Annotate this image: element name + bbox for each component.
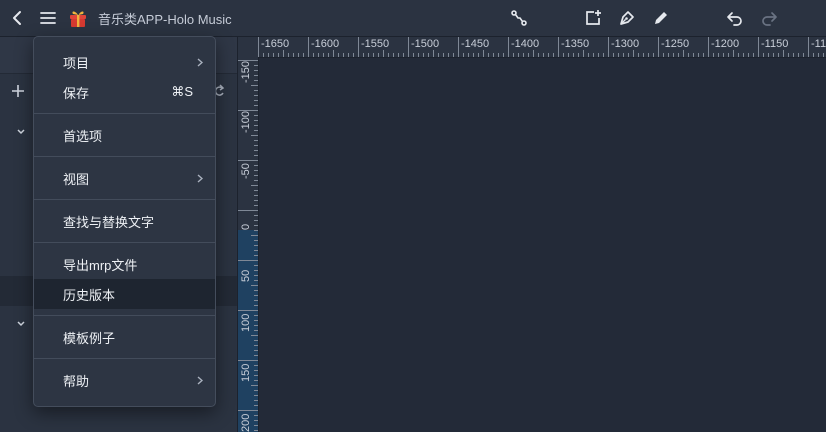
app-title: 音乐类APP-Holo Music <box>98 11 232 27</box>
redo-icon <box>762 12 777 26</box>
ruler-ticks <box>258 37 824 57</box>
menu-item-label: 查找与替换文字 <box>63 214 155 230</box>
back-button[interactable] <box>6 0 28 36</box>
menu-item-label: 模板例子 <box>63 330 116 346</box>
top-toolbar: 音乐类APP-Holo Music <box>0 0 826 37</box>
ruler-label: -1200 <box>711 38 740 50</box>
menu-item-label: 导出mrp文件 <box>63 257 138 273</box>
menu-divider <box>34 113 215 114</box>
ruler-label: 200 <box>240 413 252 432</box>
ruler-label: -1150 <box>761 38 789 50</box>
main-menu-dropdown: 项目 保存 ⌘S 首选项 视图 查找与替换文字 导出mrp文件 历史版本 模板例… <box>33 36 216 407</box>
menu-divider <box>34 199 215 200</box>
connector-tool-button[interactable] <box>506 0 532 36</box>
submenu-arrow <box>193 173 203 183</box>
ruler-label: -150 <box>240 60 252 83</box>
menu-item-label: 首选项 <box>63 128 103 144</box>
ruler-label: 150 <box>240 363 252 382</box>
ruler-label: 0 <box>240 223 252 230</box>
menu-item-save[interactable]: 保存 ⌘S <box>34 77 215 107</box>
vertical-ruler: -150 -100 -50 0 50 100 150 200 <box>238 57 259 432</box>
chevron-right-icon <box>197 375 203 385</box>
pen-tool-icon <box>620 11 634 25</box>
menu-item-label: 视图 <box>63 171 90 187</box>
menu-divider <box>34 156 215 157</box>
ruler-label: -1350 <box>561 38 590 50</box>
menu-item-label: 保存 <box>63 85 90 101</box>
ruler-label: -1400 <box>511 38 540 50</box>
menu-divider <box>34 242 215 243</box>
redo-button[interactable] <box>756 0 782 36</box>
menu-item-help[interactable]: 帮助 <box>34 365 215 395</box>
ruler-label: -100 <box>240 110 252 133</box>
ruler-label: -1600 <box>311 38 340 50</box>
ruler-label: -1500 <box>411 38 440 50</box>
menu-item-view[interactable]: 视图 <box>34 163 215 193</box>
add-frame-button[interactable] <box>580 0 606 36</box>
ruler-corner <box>238 37 258 57</box>
pen-tool-button[interactable] <box>614 0 640 36</box>
menu-item-history[interactable]: 历史版本 <box>34 279 215 309</box>
submenu-arrow <box>193 57 203 67</box>
undo-button[interactable] <box>722 0 748 36</box>
menu-divider <box>34 358 215 359</box>
menu-item-label: 帮助 <box>63 373 90 389</box>
menu-item-export-mrp[interactable]: 导出mrp文件 <box>34 249 215 279</box>
ruler-label: -1650 <box>261 38 290 50</box>
hamburger-icon <box>40 12 56 24</box>
ruler-label: -50 <box>240 163 252 179</box>
group-expand-arrow[interactable] <box>14 125 28 139</box>
ruler-label: -1450 <box>461 38 490 50</box>
add-frame-icon <box>586 10 601 25</box>
menu-divider <box>34 315 215 316</box>
ruler-label: 50 <box>240 269 252 282</box>
main-menu-button[interactable] <box>36 0 60 36</box>
pencil-tool-button[interactable] <box>648 0 674 36</box>
horizontal-ruler: -1650 -1600 -1550 -1500 -1450 -1400 -135… <box>258 37 826 58</box>
gift-icon <box>70 11 86 27</box>
menu-item-label: 项目 <box>63 55 90 71</box>
menu-item-preferences[interactable]: 首选项 <box>34 120 215 150</box>
chevron-down-icon <box>17 129 25 135</box>
menu-item-project[interactable]: 项目 <box>34 47 215 77</box>
ruler-label: -11 <box>811 38 826 50</box>
menu-item-find-replace[interactable]: 查找与替换文字 <box>34 206 215 236</box>
chevron-left-icon <box>13 11 21 25</box>
project-icon-wrap <box>66 0 90 36</box>
pencil-icon <box>655 12 667 24</box>
menu-item-templates[interactable]: 模板例子 <box>34 322 215 352</box>
connector-icon <box>511 10 527 26</box>
menu-item-label: 历史版本 <box>63 287 116 303</box>
chevron-right-icon <box>197 57 203 67</box>
plus-icon <box>12 85 24 97</box>
ruler-label: -1300 <box>611 38 640 50</box>
shortcut-label: ⌘S <box>171 84 193 99</box>
chevron-down-icon <box>17 321 25 327</box>
ruler-label: -1250 <box>661 38 690 50</box>
ruler-label: -1550 <box>361 38 390 50</box>
add-page-button[interactable] <box>8 81 28 101</box>
undo-icon <box>727 12 742 26</box>
chevron-right-icon <box>197 173 203 183</box>
ruler-label: 100 <box>240 313 252 332</box>
design-canvas[interactable] <box>259 58 826 432</box>
group-expand-arrow[interactable] <box>14 317 28 331</box>
submenu-arrow <box>193 375 203 385</box>
